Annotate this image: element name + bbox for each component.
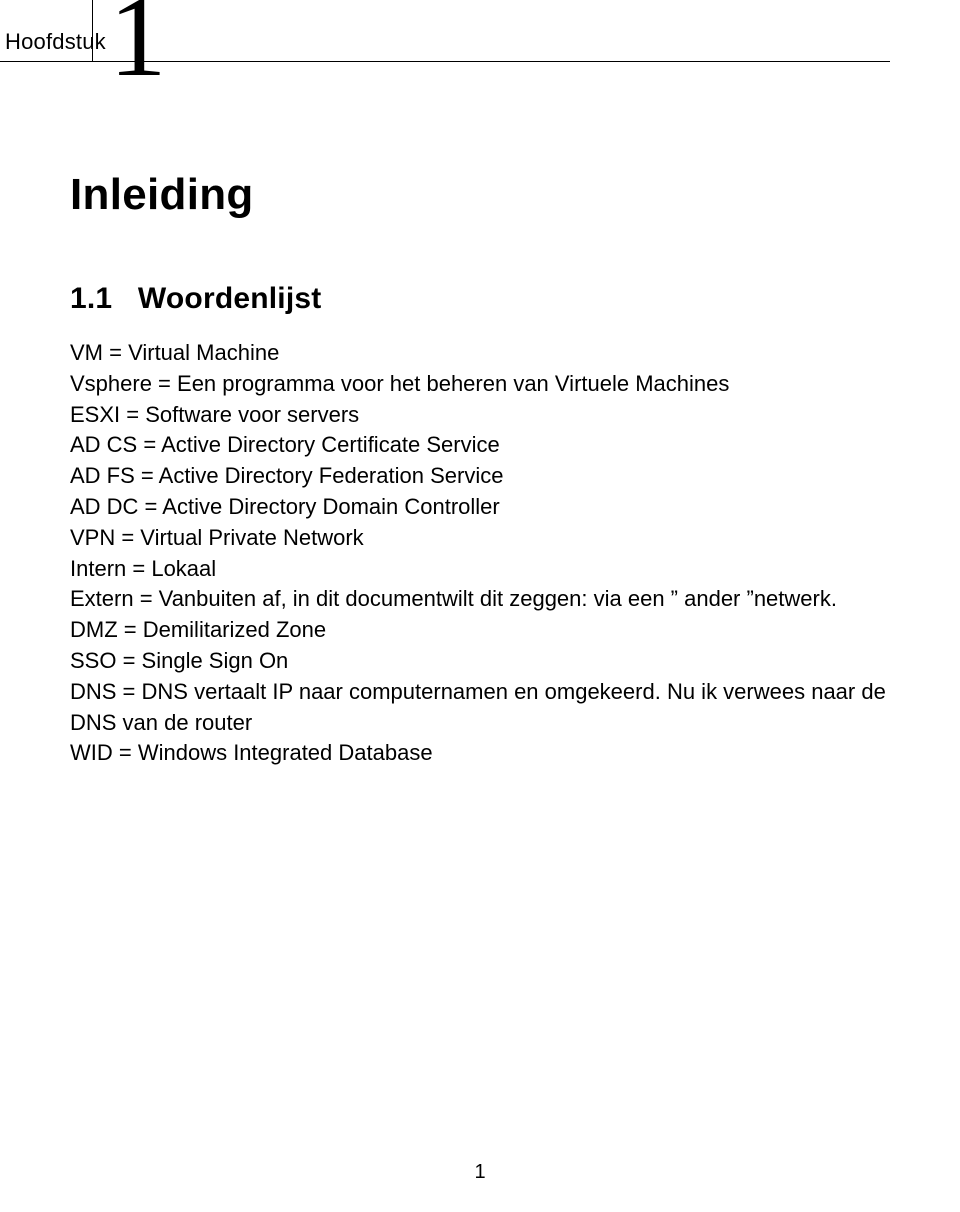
definition-line: AD CS = Active Directory Certificate Ser…: [70, 430, 890, 461]
definition-line: Extern = Vanbuiten af, in dit documentwi…: [70, 584, 890, 615]
definition-line: WID = Windows Integrated Database: [70, 738, 890, 769]
section-heading: 1.1 Woordenlijst: [70, 282, 960, 316]
page-number: 1: [0, 1161, 960, 1184]
chapter-number: 1: [109, 0, 167, 94]
section-title: Woordenlijst: [138, 282, 322, 315]
section-number: 1.1: [70, 282, 112, 315]
document-page: Hoofdstuk 1 Inleiding 1.1 Woordenlijst V…: [0, 0, 960, 1212]
body-text: VM = Virtual Machine Vsphere = Een progr…: [70, 338, 890, 769]
definition-line: AD FS = Active Directory Federation Serv…: [70, 461, 890, 492]
chapter-title: Inleiding: [70, 170, 960, 220]
definition-line: Vsphere = Een programma voor het beheren…: [70, 369, 890, 400]
definition-line: DMZ = Demilitarized Zone: [70, 615, 890, 646]
definition-line: DNS = DNS vertaalt IP naar computernamen…: [70, 677, 890, 739]
chapter-label: Hoofdstuk: [5, 29, 106, 55]
definition-line: SSO = Single Sign On: [70, 646, 890, 677]
chapter-header: Hoofdstuk 1: [0, 0, 960, 110]
definition-line: VPN = Virtual Private Network: [70, 523, 890, 554]
definition-line: ESXI = Software voor servers: [70, 400, 890, 431]
definition-line: VM = Virtual Machine: [70, 338, 890, 369]
definition-line: Intern = Lokaal: [70, 554, 890, 585]
definition-line: AD DC = Active Directory Domain Controll…: [70, 492, 890, 523]
chapter-rule-long: [93, 61, 890, 62]
